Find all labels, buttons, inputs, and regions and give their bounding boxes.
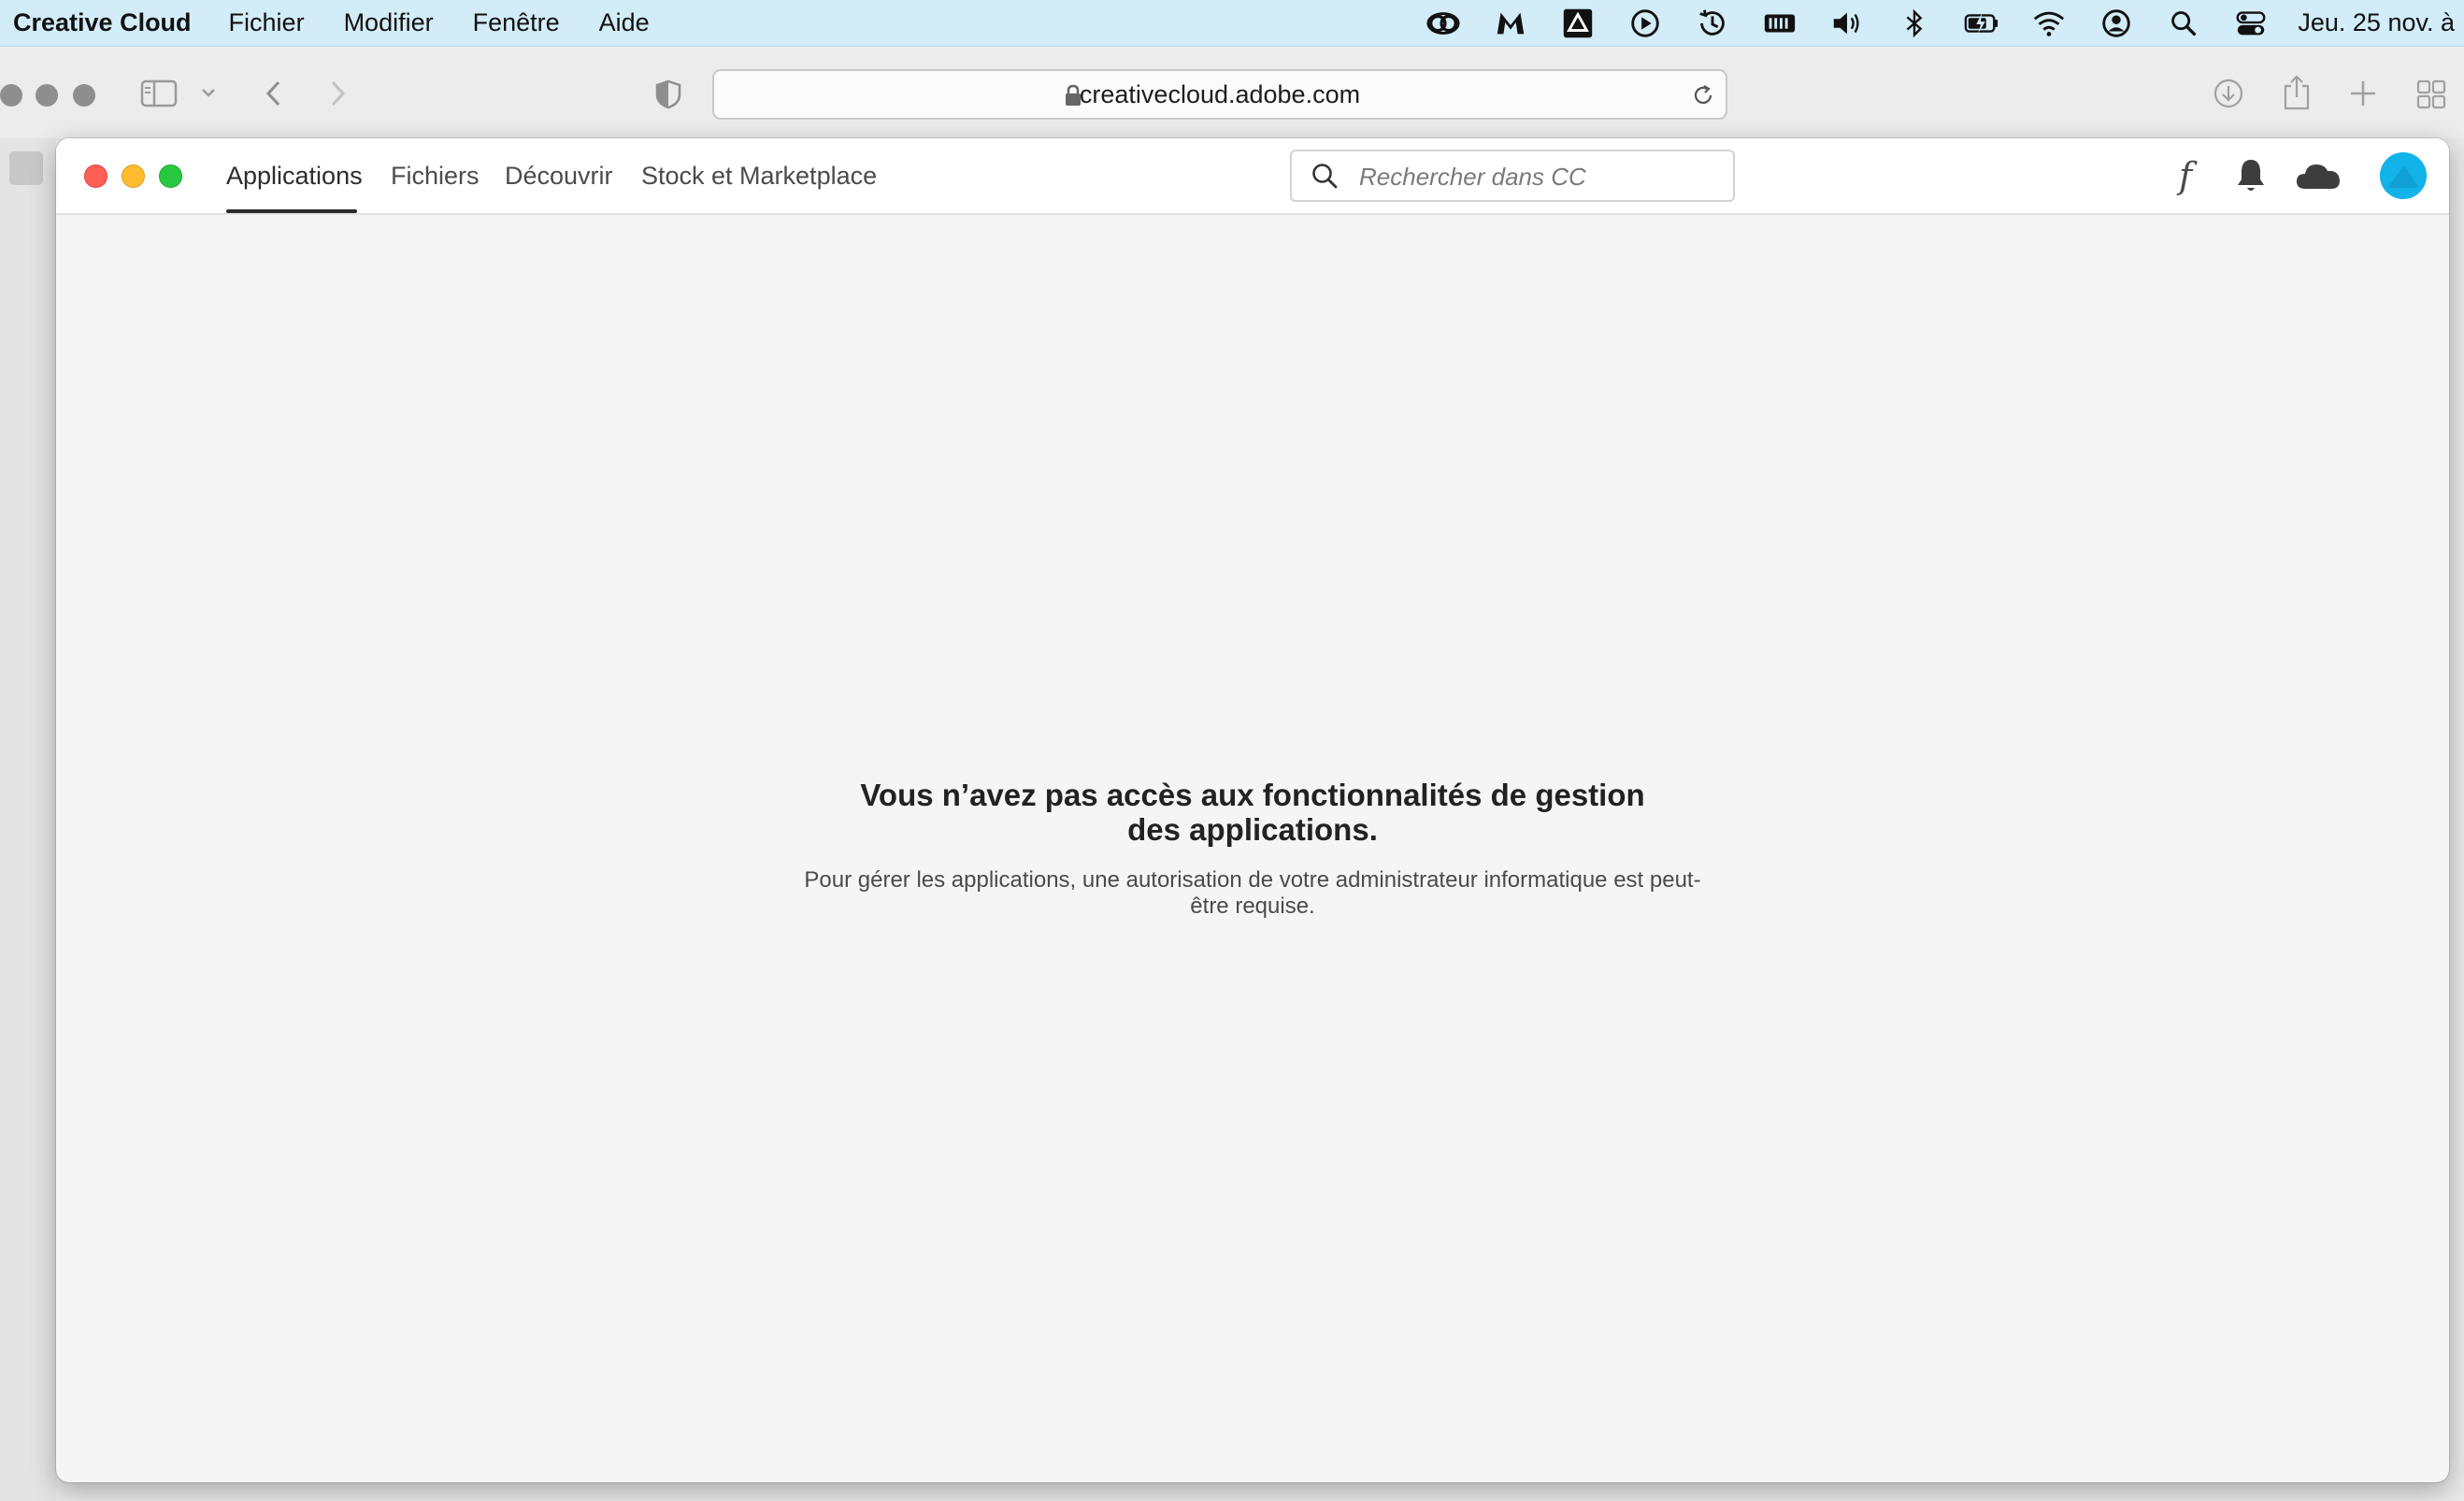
battery-icon[interactable] [1961,3,2002,44]
browser-minimize-dot[interactable] [36,84,58,107]
bell-icon[interactable] [2232,155,2270,196]
bluetooth-icon[interactable] [1894,3,1935,44]
avatar[interactable] [2380,152,2427,199]
tab-stock-marketplace[interactable]: Stock et Marketplace [641,138,877,213]
window-zoom-button[interactable] [159,164,182,188]
menu-fenetre[interactable]: Fenêtre [473,8,560,37]
no-access-message: Vous n’avez pas accès aux fonctionnalité… [56,778,2449,920]
privacy-shield-icon[interactable] [652,79,684,110]
user-icon[interactable] [2096,3,2137,44]
spotlight-icon[interactable] [2163,3,2204,44]
status-area: Jeu. 25 nov. à [1423,0,2464,46]
translate-icon[interactable] [9,151,43,185]
menu-modifier[interactable]: Modifier [344,8,434,37]
play-icon[interactable] [1625,3,1666,44]
window-minimize-button[interactable] [122,164,145,188]
active-tab-indicator [226,209,357,213]
drive-icon[interactable] [1557,3,1598,44]
sidebar-toggle-icon[interactable] [140,79,178,108]
menu-aide[interactable]: Aide [599,8,650,37]
memory-icon[interactable] [1759,3,1800,44]
back-icon[interactable] [264,79,284,108]
downloads-icon[interactable] [2212,77,2245,110]
address-bar[interactable]: creativecloud.adobe.com [712,69,1727,120]
cc-header: Applications Fichiers Découvrir Stock et… [56,138,2449,215]
browser-sidebar-strip [0,138,56,1501]
forward-icon[interactable] [327,79,348,108]
malwarebytes-icon[interactable] [1490,3,1531,44]
tab-overview-icon[interactable] [2415,79,2447,110]
browser-zoom-dot[interactable] [73,84,95,107]
cc-search-box[interactable] [1290,150,1735,202]
message-body: Pour gérer les applications, une autoris… [804,867,1701,919]
time-machine-icon[interactable] [1692,3,1733,44]
creative-cloud-icon[interactable] [1423,3,1464,44]
message-title: Vous n’avez pas accès aux fonctionnalité… [860,778,1645,847]
new-tab-icon[interactable] [2348,79,2378,108]
window-close-button[interactable] [84,164,107,188]
menu-fichier[interactable]: Fichier [229,8,305,37]
creative-cloud-window: Applications Fichiers Découvrir Stock et… [56,138,2449,1482]
fonts-icon[interactable]: f [2165,155,2206,196]
control-center-icon[interactable] [2230,3,2271,44]
browser-close-dot[interactable] [0,84,22,107]
cloud-sync-icon[interactable] [2294,155,2342,196]
url-text[interactable]: creativecloud.adobe.com [714,71,1726,118]
tab-decouvrir[interactable]: Découvrir [505,138,613,213]
tab-applications[interactable]: Applications [226,138,363,213]
menu-clock[interactable]: Jeu. 25 nov. à [2298,8,2455,37]
chevron-down-icon[interactable] [200,86,217,99]
reload-icon[interactable] [1690,82,1716,108]
menu-bar: Creative Cloud Fichier Modifier Fenêtre … [0,0,2464,47]
tab-fichiers[interactable]: Fichiers [391,138,480,213]
share-icon[interactable] [2281,73,2313,112]
search-input[interactable] [1357,151,1716,202]
search-icon [1312,164,1338,189]
volume-icon[interactable] [1827,3,1868,44]
menu-app-name[interactable]: Creative Cloud [13,8,192,37]
wifi-icon[interactable] [2028,3,2070,44]
